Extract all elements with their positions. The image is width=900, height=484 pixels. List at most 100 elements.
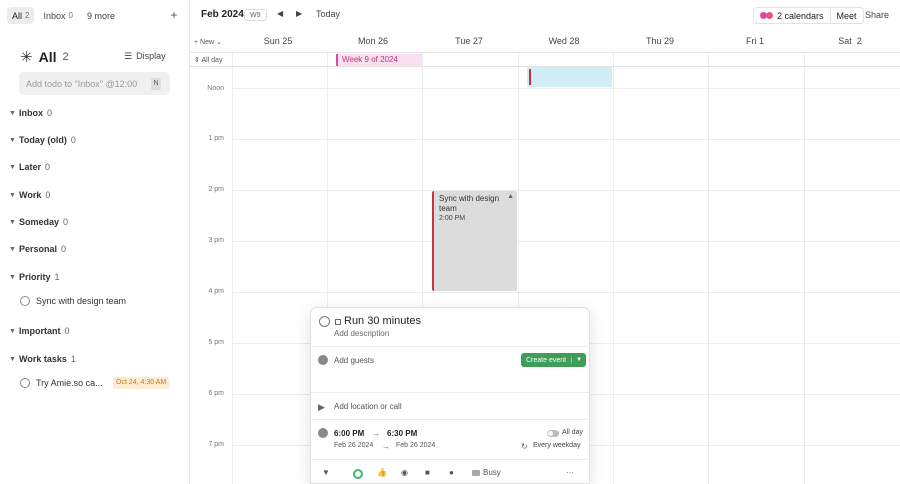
repeat-select[interactable]: Every weekday [533, 442, 580, 449]
event-checkbox[interactable] [319, 316, 330, 327]
group-name: Priority [19, 272, 51, 282]
new-event-button[interactable]: + New ⌄ [194, 38, 222, 46]
chevron-down-icon: ▼ [9, 109, 16, 117]
day-mon[interactable]: Mon 26 [347, 36, 399, 48]
group-name: Later [19, 162, 42, 172]
all-day-label: All day [562, 429, 584, 436]
calendars-button[interactable]: 2 calendars [754, 8, 830, 23]
caret-down-icon[interactable]: ▼ [322, 468, 330, 477]
video-icon: ▶ [318, 402, 325, 412]
day-sun[interactable]: Sun 25 [252, 36, 304, 48]
day-header: + New ⌄ Sun 25 Mon 26 Tue 27 Wed 28 Thu … [190, 31, 900, 53]
group-later[interactable]: ▼ Later 0 [9, 161, 50, 173]
group-work-tasks[interactable]: ▼ Work tasks 1 [9, 353, 76, 365]
day-tue[interactable]: Tue 27 [443, 36, 495, 48]
time-label: 7 pm [208, 441, 224, 448]
mask-icon[interactable]: ◉ [401, 468, 408, 477]
meet-label: Meet [836, 10, 857, 21]
chevron-down-icon[interactable]: ▼ [571, 357, 586, 363]
busy-toggle[interactable]: Busy [472, 468, 501, 477]
event-title-input[interactable]: Run 30 minutes [344, 315, 421, 327]
divider [708, 53, 709, 484]
time-label: 2 pm [208, 186, 224, 193]
prev-week-icon[interactable]: ◀ [277, 9, 283, 18]
location-field[interactable]: Add location or call [334, 402, 402, 411]
end-date[interactable]: Feb 26 2024 [396, 442, 435, 449]
display-button[interactable]: ☰ Display [124, 50, 166, 62]
group-important[interactable]: ▼ Important 0 [9, 325, 70, 337]
chevron-down-icon: ▼ [9, 327, 16, 335]
create-event-label: Create event [526, 356, 567, 364]
group-count: 1 [70, 354, 76, 364]
time-label: 6 pm [208, 390, 224, 397]
group-count: 0 [45, 190, 51, 200]
page-title: All [38, 49, 57, 65]
group-count: 0 [45, 162, 51, 172]
group-count: 0 [70, 135, 76, 145]
next-week-icon[interactable]: ▶ [296, 9, 302, 18]
bell-icon[interactable]: ● [449, 468, 454, 477]
start-date[interactable]: Feb 26 2024 [334, 442, 373, 449]
group-work[interactable]: ▼ Work 0 [9, 189, 50, 201]
divider [311, 459, 589, 460]
tab-inbox[interactable]: Inbox 0 [38, 7, 77, 24]
calendar-controls: 2 calendars Meet [753, 7, 864, 24]
description-field[interactable]: Add description [334, 329, 389, 338]
all-day-toggle[interactable] [547, 430, 559, 437]
wednesday-event[interactable] [527, 67, 612, 87]
heading-count: 2 [62, 51, 69, 63]
add-list-icon[interactable]: + [168, 8, 180, 22]
task-title: Try Amie.so ca... [36, 378, 103, 388]
thumbs-up-icon[interactable]: 👍 [377, 468, 387, 477]
shortcut-key: N [151, 78, 161, 90]
start-time[interactable]: 6:00 PM [334, 429, 364, 438]
more-icon[interactable]: ··· [566, 468, 574, 477]
tab-more[interactable]: 9 more [82, 7, 120, 24]
status-circle-icon[interactable] [353, 469, 363, 479]
end-time[interactable]: 6:30 PM [387, 429, 417, 438]
tab-count: 0 [68, 11, 73, 20]
tab-label: 9 more [86, 10, 115, 21]
today-button[interactable]: Today [316, 9, 340, 19]
time-label: 3 pm [208, 237, 224, 244]
display-label: Display [136, 51, 166, 61]
group-priority[interactable]: ▼ Priority 1 [9, 271, 60, 283]
task-checkbox[interactable] [20, 296, 30, 306]
hour-line [232, 190, 900, 191]
group-personal[interactable]: ▼ Personal 0 [9, 243, 66, 255]
week-banner-event[interactable]: Week 9 of 2024 [336, 54, 422, 66]
list-item[interactable]: Sync with design team [20, 294, 126, 308]
sliders-icon: ☰ [124, 50, 133, 61]
guests-field[interactable]: Add guests [334, 356, 374, 365]
meet-button[interactable]: Meet [829, 8, 863, 23]
day-wed[interactable]: Wed 28 [538, 36, 590, 48]
add-todo-input[interactable]: Add todo to "Inbox" @12:00 N [19, 72, 170, 95]
day-fri[interactable]: Fri 1 [729, 36, 781, 48]
task-checkbox[interactable] [20, 378, 30, 388]
tab-label: Inbox [43, 10, 66, 21]
todo-placeholder: Add todo to "Inbox" @12:00 [26, 78, 138, 89]
chevron-down-icon: ▼ [9, 163, 16, 171]
calendar-toolbar: Feb 2024 W9 ◀ ▶ Today 2 calendars Meet S… [190, 0, 900, 31]
group-someday[interactable]: ▼ Someday 0 [9, 216, 68, 228]
group-inbox[interactable]: ▼ Inbox 0 [9, 107, 52, 119]
group-count: 0 [47, 108, 53, 118]
new-label: New [200, 39, 215, 46]
list-item[interactable]: Try Amie.so ca... Oct 24, 4:30 AM [20, 376, 170, 390]
arrow-right-icon: → [382, 442, 390, 451]
day-thu[interactable]: Thu 29 [634, 36, 686, 48]
tab-all[interactable]: All 2 [7, 7, 35, 24]
lock-icon[interactable]: ■ [425, 468, 430, 477]
group-today-old[interactable]: ▼ Today (old) 0 [9, 134, 76, 146]
task-title: Sync with design team [36, 296, 127, 306]
create-event-button[interactable]: Create event ▼ [521, 353, 587, 367]
sync-event[interactable]: Sync with design team 2:00 PM ▲ [432, 191, 517, 291]
chevron-down-icon: ▼ [9, 136, 16, 144]
group-count: 0 [63, 217, 69, 227]
asterisk-icon: ✳ [20, 49, 33, 66]
time-label: 5 pm [208, 339, 224, 346]
day-sat[interactable]: Sat 2 [824, 36, 876, 48]
event-title: Sync with design team [439, 194, 500, 213]
share-button[interactable]: Share [865, 10, 889, 20]
chevron-down-icon: ▼ [9, 191, 16, 199]
